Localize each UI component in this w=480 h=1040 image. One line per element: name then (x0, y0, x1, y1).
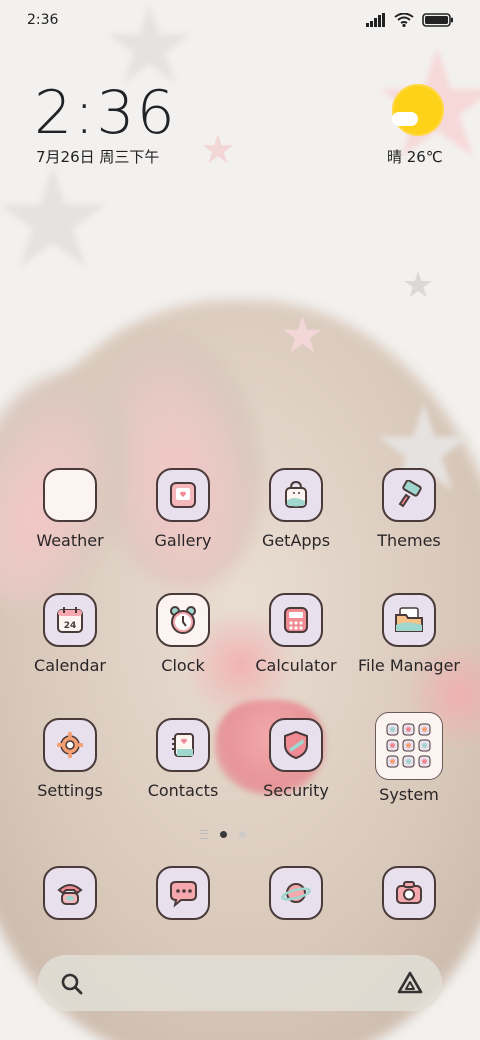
dock-camera[interactable] (354, 866, 464, 920)
phone-icon (43, 866, 97, 920)
alarm-clock-icon (156, 593, 210, 647)
app-folder-icon (375, 712, 443, 780)
calculator-icon (269, 593, 323, 647)
app-label: Calendar (34, 656, 106, 675)
app-label: File Manager (358, 656, 460, 675)
folder-icon (382, 593, 436, 647)
chat-bubble-icon (156, 866, 210, 920)
search-bar[interactable] (38, 955, 442, 1011)
app-clock[interactable]: Clock (128, 593, 238, 675)
app-label: Security (263, 781, 329, 800)
contacts-book-icon (156, 718, 210, 772)
sun-with-cloud-icon[interactable] (392, 84, 444, 136)
app-label: Settings (37, 781, 103, 800)
page-dot-2[interactable] (239, 831, 246, 838)
signal-icon (366, 13, 385, 27)
app-settings[interactable]: Settings (15, 718, 125, 800)
page-list-icon[interactable] (200, 830, 208, 839)
dock-phone[interactable] (15, 866, 125, 920)
app-calculator[interactable]: Calculator (241, 593, 351, 675)
clock-widget-date[interactable]: 7月26日 周三下午 (36, 146, 159, 167)
app-themes[interactable]: Themes (354, 468, 464, 550)
gear-icon (43, 718, 97, 772)
paint-brush-icon (382, 468, 436, 522)
weather-widget-text[interactable]: 晴 26℃ (387, 146, 443, 167)
wallpaper-star: ★ (402, 265, 435, 306)
page-dot-1[interactable] (220, 831, 227, 838)
app-label: System (379, 785, 439, 804)
cloud-icon (392, 112, 418, 126)
dock-messages[interactable] (128, 866, 238, 920)
dock-browser[interactable] (241, 866, 351, 920)
search-icon[interactable] (60, 972, 84, 996)
status-icons (366, 13, 454, 27)
camera-icon (382, 866, 436, 920)
shopping-bag-icon (269, 468, 323, 522)
app-label: Contacts (147, 781, 219, 800)
app-label: Clock (161, 656, 205, 675)
status-time: 2:36 (27, 12, 59, 28)
app-system-folder[interactable]: System (354, 712, 464, 804)
wallpaper-star: ★ (280, 306, 325, 364)
app-contacts[interactable]: Contacts (128, 718, 238, 800)
app-label: GetApps (261, 531, 331, 550)
wallpaper-star: ★ (200, 127, 236, 173)
weather-icon (43, 468, 97, 522)
gallery-icon (156, 468, 210, 522)
app-label: Calculator (255, 656, 337, 675)
app-calendar[interactable]: 24 Calendar (15, 593, 125, 675)
app-file-manager[interactable]: File Manager (354, 593, 464, 675)
wallpaper-star: ★ (0, 138, 116, 301)
svg-text:24: 24 (64, 621, 77, 631)
assistant-icon[interactable] (396, 970, 424, 996)
calendar-icon: 24 (43, 593, 97, 647)
wifi-icon (394, 13, 414, 27)
app-label: Themes (377, 531, 441, 550)
app-security[interactable]: Security (241, 718, 351, 800)
app-gallery[interactable]: Gallery (128, 468, 238, 550)
shield-icon (269, 718, 323, 772)
app-label: Gallery (154, 531, 212, 550)
app-getapps[interactable]: GetApps (241, 468, 351, 550)
page-indicator[interactable] (200, 830, 246, 839)
battery-icon (422, 13, 453, 27)
clock-widget-time[interactable]: 2:36 (34, 78, 177, 148)
app-weather[interactable]: Weather (15, 468, 125, 550)
home-screen: ★ ★ ★ ★ ★ ★ ★ 2:36 2:36 7月26日 周三下午 晴 26℃ (0, 0, 480, 1040)
planet-icon (269, 866, 323, 920)
app-label: Weather (36, 531, 104, 550)
